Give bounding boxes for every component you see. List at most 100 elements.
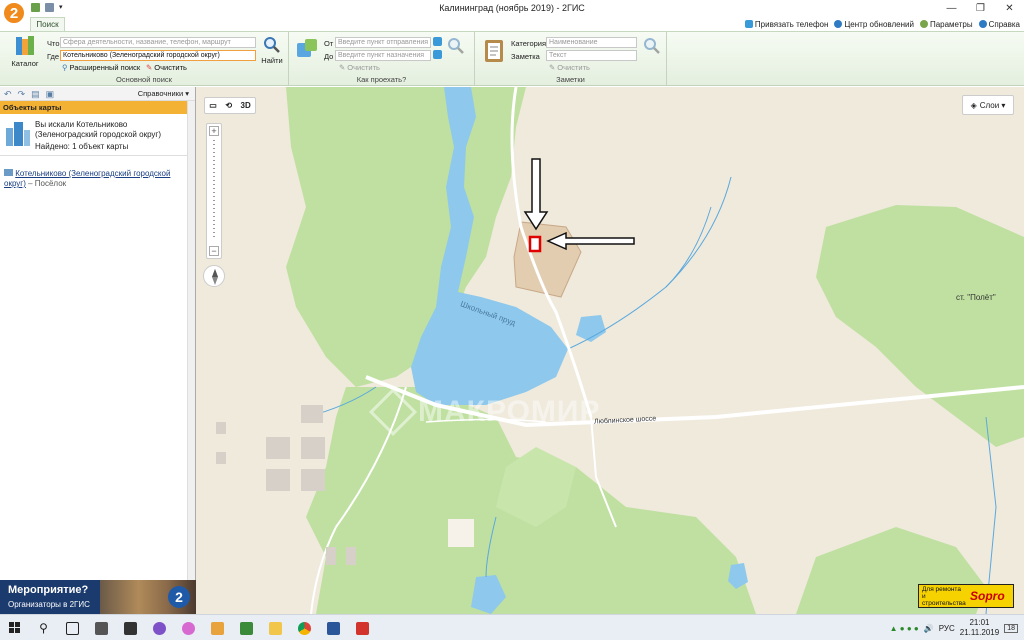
route-icon — [295, 37, 321, 65]
sidebar-header: Объекты карты — [0, 101, 195, 114]
main-search-group: Каталог Что Сфера деятельности, название… — [0, 32, 289, 85]
arrow-down — [523, 158, 549, 231]
building — [216, 452, 226, 464]
layers-button[interactable]: ◈ Слои ▾ — [962, 95, 1014, 115]
system-tray: ▲ ● ● ● 🔊 РУС 21:01 21.11.2019 18 — [890, 615, 1018, 640]
notes-group: Категория Наименование Заметка Текст ✎ Оч… — [475, 32, 667, 85]
task-view-icon[interactable] — [58, 615, 87, 640]
note-find-button[interactable] — [643, 37, 661, 57]
where-input[interactable]: Котельниково (Зеленоградский городской о… — [60, 50, 256, 61]
sidebar-scrollbar[interactable] — [187, 101, 195, 581]
search-summary: Вы искали Котельниково (Зеленоградский го… — [0, 114, 195, 156]
what-input[interactable]: Сфера деятельности, название, телефон, м… — [60, 37, 256, 48]
top-links: Привязать телефон Центр обновлений Парам… — [744, 17, 1020, 31]
updates-button[interactable]: Центр обновлений — [834, 20, 914, 29]
building — [301, 469, 325, 491]
map-canvas[interactable] — [196, 87, 1024, 614]
notifications-button[interactable]: 18 — [1004, 623, 1018, 633]
route-find-button[interactable] — [447, 37, 465, 57]
building — [301, 405, 323, 423]
app-logo[interactable]: 2 — [2, 1, 26, 25]
ruler-icon[interactable]: ▭ — [209, 101, 217, 110]
route-from-input[interactable]: Введите пункт отправления — [335, 37, 431, 48]
calculator-icon[interactable] — [87, 615, 116, 640]
zoom-control: + − — [206, 123, 222, 259]
catalog-button[interactable]: Каталог — [10, 35, 40, 69]
zoom-in-button[interactable]: + — [209, 126, 219, 136]
route-to-input[interactable]: Введите пункт назначения — [335, 50, 431, 61]
minimize-button[interactable]: — — [937, 0, 966, 17]
mode-3d-button[interactable]: 3D — [241, 101, 251, 110]
photos-icon[interactable] — [203, 615, 232, 640]
chrome-icon[interactable] — [290, 615, 319, 640]
building — [346, 547, 356, 565]
building — [216, 422, 226, 434]
help-button[interactable]: Справка — [978, 20, 1020, 29]
sidebar-toolbar: ↶ ↷ ▤ ▣ Справочники ▾ — [0, 87, 195, 101]
sopro-ad[interactable]: Для ремонта и строительства Sopro — [918, 584, 1014, 608]
print-icon[interactable]: ▤ — [31, 89, 40, 100]
pick-from-icon[interactable] — [433, 37, 442, 46]
search-icon — [644, 38, 660, 54]
references-dropdown[interactable]: Справочники ▾ — [138, 89, 189, 98]
volume-icon[interactable]: 🔊 — [924, 624, 934, 633]
forward-icon[interactable]: ↷ — [18, 89, 26, 100]
phone-icon — [744, 20, 753, 28]
gear-icon — [919, 20, 928, 28]
clock[interactable]: 21:01 21.11.2019 — [960, 618, 999, 638]
viber-icon[interactable] — [145, 615, 174, 640]
tab-search[interactable]: Поиск — [30, 17, 65, 31]
list-item[interactable]: Котельниково (Зеленоградский городской о… — [4, 169, 189, 189]
arrow-left — [546, 231, 635, 251]
note-category-select[interactable]: Наименование — [546, 37, 637, 48]
help-icon — [978, 20, 987, 28]
building — [301, 437, 325, 459]
building — [326, 547, 336, 565]
compass-icon[interactable] — [203, 265, 225, 287]
back-icon[interactable]: ↶ — [4, 89, 12, 100]
title-bar: 2 ▾ Калининград (ноябрь 2019) - 2ГИС — ❐… — [0, 0, 1024, 25]
link-phone-button[interactable]: Привязать телефон — [744, 20, 828, 29]
watermark-logo-icon — [368, 387, 418, 437]
ad-2gis-logo: 2 — [168, 586, 190, 608]
clear-search-button[interactable]: ✎ Очистить — [146, 63, 187, 72]
station-label: ст. "Полёт" — [956, 293, 996, 302]
sidebar: ↶ ↷ ▤ ▣ Справочники ▾ Объекты карты Вы и… — [0, 87, 196, 614]
export-icon[interactable]: ▣ — [46, 89, 55, 100]
pick-to-icon[interactable] — [433, 50, 442, 59]
search-icon — [264, 37, 280, 53]
window-controls: — ❐ ✕ — [937, 0, 1024, 17]
rotate-icon[interactable]: ⟲ — [225, 101, 232, 110]
2gis-taskbar-icon[interactable] — [232, 615, 261, 640]
catalog-icon — [16, 36, 34, 55]
building — [266, 437, 290, 459]
note-clear-button[interactable]: ✎ Очистить — [549, 63, 590, 72]
search-icon[interactable]: ⚲ — [29, 615, 58, 640]
note-text-input[interactable]: Текст — [546, 50, 637, 61]
acrobat-icon[interactable] — [348, 615, 377, 640]
folder-icon[interactable] — [261, 615, 290, 640]
language-indicator[interactable]: РУС — [939, 624, 955, 633]
store-icon[interactable] — [116, 615, 145, 640]
stream — [665, 176, 732, 288]
search-icon: ⚲ — [62, 63, 68, 72]
zoom-out-button[interactable]: − — [209, 246, 219, 256]
ad-banner[interactable]: Мероприятие? Организаторы в 2ГИС 2 — [0, 580, 196, 614]
settings-button[interactable]: Параметры — [919, 20, 973, 29]
map-view[interactable]: ▭ ⟲ 3D + − ◈ Слои ▾ Школьный пруд Люблинс… — [196, 87, 1024, 614]
start-button[interactable] — [0, 615, 29, 640]
paint-icon[interactable] — [174, 615, 203, 640]
word-icon[interactable] — [319, 615, 348, 640]
close-button[interactable]: ✕ — [995, 0, 1024, 17]
zoom-slider[interactable] — [213, 140, 215, 240]
taskbar: ⚲ ▲ ● ● ● 🔊 РУС 21:01 21.11.2019 18 — [0, 614, 1024, 640]
eraser-icon: ✎ — [549, 63, 556, 72]
find-button[interactable]: Найти — [259, 36, 285, 68]
advanced-search-link[interactable]: ⚲ Расширенный поиск — [62, 63, 140, 72]
route-clear-button[interactable]: ✎ Очистить — [339, 63, 380, 72]
route-group: От Введите пункт отправления До Введите … — [289, 32, 475, 85]
tray-icons[interactable]: ▲ ● ● ● — [890, 624, 919, 633]
ribbon-tabs: Поиск Привязать телефон Центр обновлений… — [0, 17, 1024, 31]
maximize-button[interactable]: ❐ — [966, 0, 995, 17]
window-title: Калининград (ноябрь 2019) - 2ГИС — [439, 3, 585, 13]
